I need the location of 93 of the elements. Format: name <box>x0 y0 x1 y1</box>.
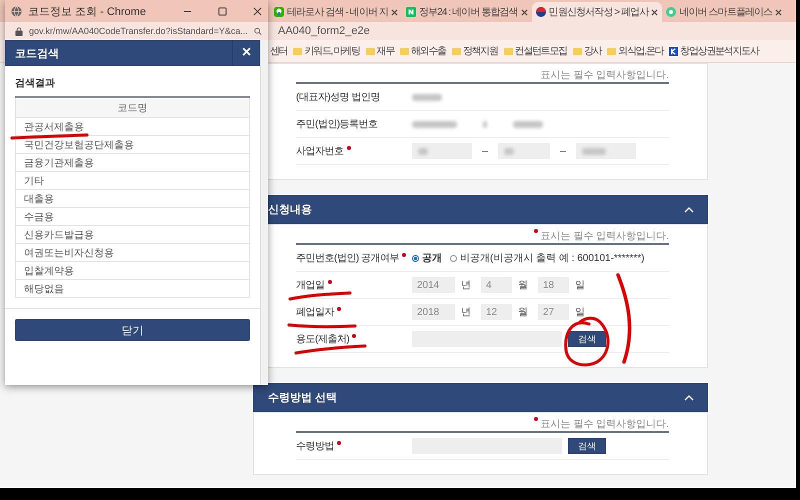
radio-button[interactable] <box>450 254 457 262</box>
maximize-icon[interactable] <box>218 6 227 16</box>
lock-icon <box>15 26 23 36</box>
folder-icon <box>366 46 375 56</box>
bookmark[interactable]: 창업상권분석지도사 <box>669 44 759 58</box>
radio-option[interactable]: 비공개(비공개시 출력 예 : 600101-*******) <box>450 251 644 265</box>
column-header: 코드명 <box>16 97 250 118</box>
code-list-item[interactable]: 입찰계약용 <box>16 262 250 280</box>
circle-mark <box>564 316 610 366</box>
url-text: gov.kr/mw/AA040CodeTransfer.do?isStandard=Y&ca... <box>29 26 248 36</box>
code-list-item[interactable]: 신용카드발급용 <box>16 226 250 244</box>
scrollbar[interactable] <box>260 40 268 385</box>
field-label: 주민(법인)등록번호 <box>296 118 378 131</box>
underline-mark <box>294 344 366 354</box>
address-field[interactable]: AA040_form2_e2e <box>278 25 370 37</box>
code-list-item[interactable]: 수금용 <box>16 208 250 226</box>
field-label: 주민번호(법인) 공개여부 <box>296 252 399 265</box>
code-list-item[interactable]: 대출용 <box>16 190 250 208</box>
blurred-value <box>483 120 487 128</box>
chevron-up-icon[interactable] <box>684 206 694 212</box>
close-button[interactable]: 닫기 <box>15 319 250 341</box>
bookmark[interactable]: 강사 <box>572 44 602 58</box>
dash-mark <box>560 150 566 152</box>
radio-button[interactable] <box>412 254 419 262</box>
date-unit: 일 <box>575 306 585 319</box>
section-header[interactable]: 수령방법 선택 <box>253 383 708 412</box>
field-label: 용도(제출처) <box>296 333 350 346</box>
underline-mark <box>288 292 352 300</box>
folder-icon <box>293 46 302 56</box>
bookmark[interactable]: 재무 <box>366 44 394 58</box>
blurred-value <box>412 94 442 100</box>
dash-mark <box>482 150 488 152</box>
code-list-item[interactable]: 관공서제출용 <box>16 118 250 136</box>
field-label: 개업일 <box>296 279 324 292</box>
folder-icon <box>452 46 461 56</box>
code-list-item[interactable]: 기타 <box>16 172 250 190</box>
close-icon[interactable] <box>775 8 782 16</box>
bookmark[interactable]: 정책지원 <box>452 44 498 58</box>
radio-option[interactable]: 공개 <box>412 251 442 265</box>
input-field[interactable] <box>498 143 550 159</box>
section-title: 신청내용 <box>268 203 312 217</box>
chevron-up-icon[interactable] <box>684 394 694 400</box>
folder-icon <box>572 46 582 56</box>
dialog-title: 코드검색 <box>15 46 59 60</box>
required-note: 표시는 필수 입력사항입니다. <box>540 418 669 431</box>
folder-icon <box>504 46 513 56</box>
folder-icon <box>400 46 409 56</box>
window-title: 코드정보 조회 - Chrome <box>28 4 147 18</box>
browser-tab[interactable]: 테라로사 검색 - 네이버 지 <box>270 2 402 22</box>
close-icon[interactable] <box>253 6 262 16</box>
date-unit: 월 <box>518 279 528 292</box>
field-label: 사업자번호 <box>296 145 344 158</box>
section-title: 수령방법 선택 <box>268 391 338 405</box>
app-icon <box>669 46 678 56</box>
close-icon[interactable] <box>390 8 398 16</box>
app-icon <box>406 7 416 17</box>
browser-tab[interactable]: 민원신청서작성 > 폐업사 <box>532 2 662 22</box>
blurred-value <box>513 120 543 128</box>
field-label: (대표자)성명 법인명 <box>296 91 380 104</box>
browser-tab[interactable]: 네이버 스마트플레이스 <box>662 2 786 22</box>
required-note: 표시는 필수 입력사항입니다. <box>540 69 669 82</box>
bookmark[interactable]: 외식업,온다 <box>607 44 664 58</box>
globe-icon <box>11 6 22 16</box>
search-button[interactable]: 검색 <box>568 438 606 454</box>
emblem-icon <box>536 7 546 17</box>
search-icon[interactable] <box>254 26 262 36</box>
place-icon <box>666 7 676 17</box>
input-field[interactable] <box>576 143 636 159</box>
bookmark[interactable]: 해외수출 <box>400 44 446 58</box>
bookmark[interactable]: 키워드, 마케팅 <box>293 44 360 58</box>
browser-tab[interactable]: 정부24 : 네이버 통합검색 <box>402 2 532 22</box>
field-label: 수령방법 <box>296 440 334 453</box>
results-title: 검색결과 <box>15 77 56 90</box>
field-label: 폐업일자 <box>296 306 334 319</box>
date-unit: 일 <box>575 279 585 292</box>
input-field[interactable] <box>412 143 472 159</box>
date-unit: 월 <box>518 306 528 319</box>
close-icon[interactable] <box>651 8 658 16</box>
date-unit: 년 <box>461 279 471 292</box>
date-unit: 년 <box>461 306 471 319</box>
close-icon[interactable] <box>520 8 528 16</box>
code-list-item[interactable]: 국민건강보험공단제출용 <box>16 136 250 154</box>
code-list-item[interactable]: 여권또는비자신청용 <box>16 244 250 262</box>
bookmark[interactable]: 컨설턴트모집 <box>504 44 567 58</box>
underline-mark <box>288 324 356 328</box>
blurred-value <box>412 120 457 128</box>
bookmark[interactable]: 센터 <box>270 44 288 58</box>
map-pin-icon <box>274 7 284 17</box>
code-list-item[interactable]: 해당없음 <box>16 280 250 298</box>
required-note: 표시는 필수 입력사항입니다. <box>540 230 669 243</box>
code-list-item[interactable]: 금융기관제출용 <box>16 154 250 172</box>
folder-icon <box>607 46 616 56</box>
search-button[interactable]: 검색 <box>568 331 606 347</box>
